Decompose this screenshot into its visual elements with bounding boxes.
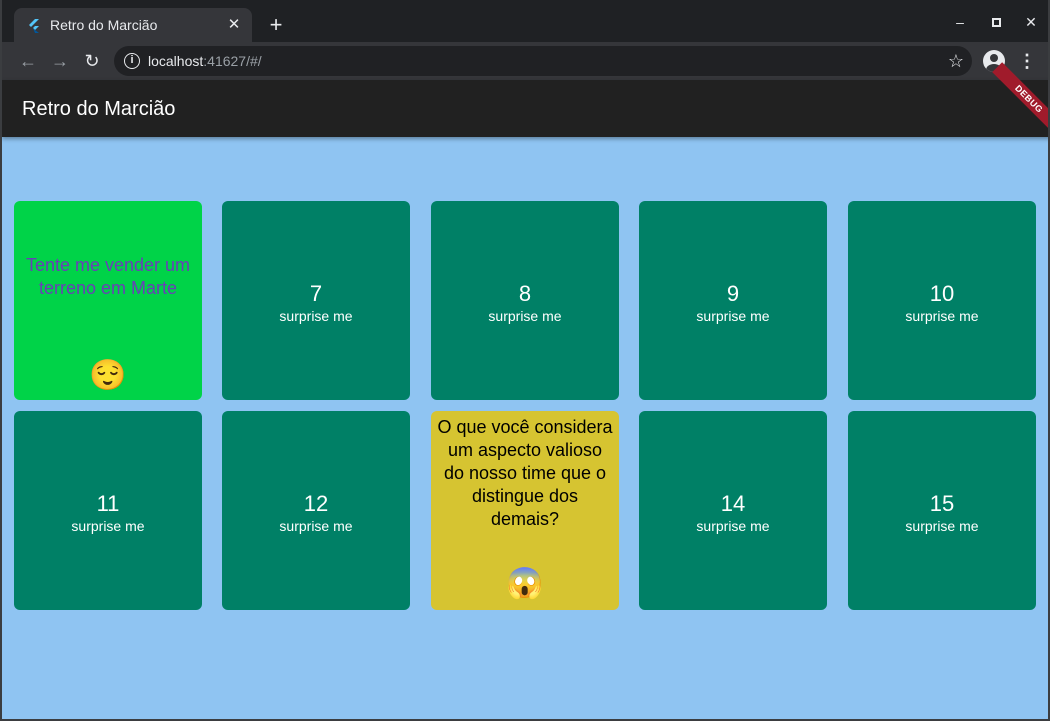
card-hidden[interactable]: 14 surprise me [639, 411, 827, 610]
url-text[interactable]: localhost:41627/#/ [148, 53, 262, 69]
app-title: Retro do Marcião [22, 98, 176, 120]
maximize-icon [991, 18, 1001, 27]
tab-title: Retro do Marcião [50, 17, 158, 33]
card-label: surprise me [905, 518, 979, 534]
card-hidden[interactable]: 10 surprise me [848, 201, 1036, 400]
card-label: surprise me [279, 518, 353, 534]
card-label: surprise me [488, 308, 562, 324]
kebab-menu-icon[interactable]: ⋮ [1018, 50, 1036, 72]
card-hidden[interactable]: 15 surprise me [848, 411, 1036, 610]
flutter-icon [29, 19, 39, 33]
back-arrow-icon[interactable]: ← [17, 50, 39, 72]
address-bar[interactable]: i localhost:41627/#/ ☆ [114, 46, 972, 76]
card-grid: Tente me vender um terreno em Marte 😌 7 … [2, 137, 1048, 719]
reload-icon[interactable]: ↻ [81, 50, 103, 72]
card-hidden[interactable]: 12 surprise me [222, 411, 410, 610]
card-number: 15 [929, 491, 955, 516]
browser-window: Retro do Marcião ✕ + – ✕ ← → ↻ i localho… [0, 0, 1050, 721]
close-window-button[interactable]: ✕ [1019, 10, 1043, 34]
card-label: surprise me [279, 308, 353, 324]
card-number: 10 [929, 281, 955, 306]
card-number: 14 [720, 491, 746, 516]
card-hidden[interactable]: 8 surprise me [431, 201, 619, 400]
app-bar: Retro do Marcião DEBUG [2, 62, 1048, 137]
card-question-text: O que você considera um aspecto valioso … [437, 417, 613, 529]
card-hidden[interactable]: 9 surprise me [639, 201, 827, 400]
card-label: surprise me [71, 518, 145, 534]
bookmark-star-icon[interactable]: ☆ [948, 50, 964, 72]
card-number: 8 [518, 281, 532, 306]
card-revealed[interactable]: O que você considera um aspecto valioso … [431, 411, 619, 610]
card-hidden[interactable]: 7 surprise me [222, 201, 410, 400]
screaming-face-icon: 😱 [506, 567, 544, 600]
card-label: surprise me [696, 308, 770, 324]
card-revealed[interactable]: Tente me vender um terreno em Marte 😌 [14, 201, 202, 400]
tab-strip: Retro do Marcião ✕ + – ✕ [2, 0, 1048, 42]
card-label: surprise me [696, 518, 770, 534]
relieved-face-icon: 😌 [89, 359, 127, 392]
card-label: surprise me [905, 308, 979, 324]
browser-toolbar: ← → ↻ i localhost:41627/#/ ☆ [2, 42, 1048, 80]
card-number: 9 [726, 281, 740, 306]
minimize-button[interactable]: – [948, 10, 972, 34]
tab-close-icon[interactable]: ✕ [224, 15, 244, 35]
forward-arrow-icon[interactable]: → [49, 50, 71, 72]
browser-tab[interactable]: Retro do Marcião ✕ [14, 8, 252, 42]
info-icon[interactable]: i [124, 53, 140, 69]
card-number: 12 [303, 491, 329, 516]
card-hidden[interactable]: 11 surprise me [14, 411, 202, 610]
maximize-button[interactable] [984, 10, 1008, 34]
url-path: :41627/#/ [203, 53, 262, 69]
card-number: 11 [96, 491, 120, 516]
new-tab-button[interactable]: + [264, 13, 288, 37]
card-number: 7 [309, 281, 323, 306]
url-host: localhost [148, 53, 204, 69]
card-question-text: Tente me vender um terreno em Marte [25, 255, 191, 298]
